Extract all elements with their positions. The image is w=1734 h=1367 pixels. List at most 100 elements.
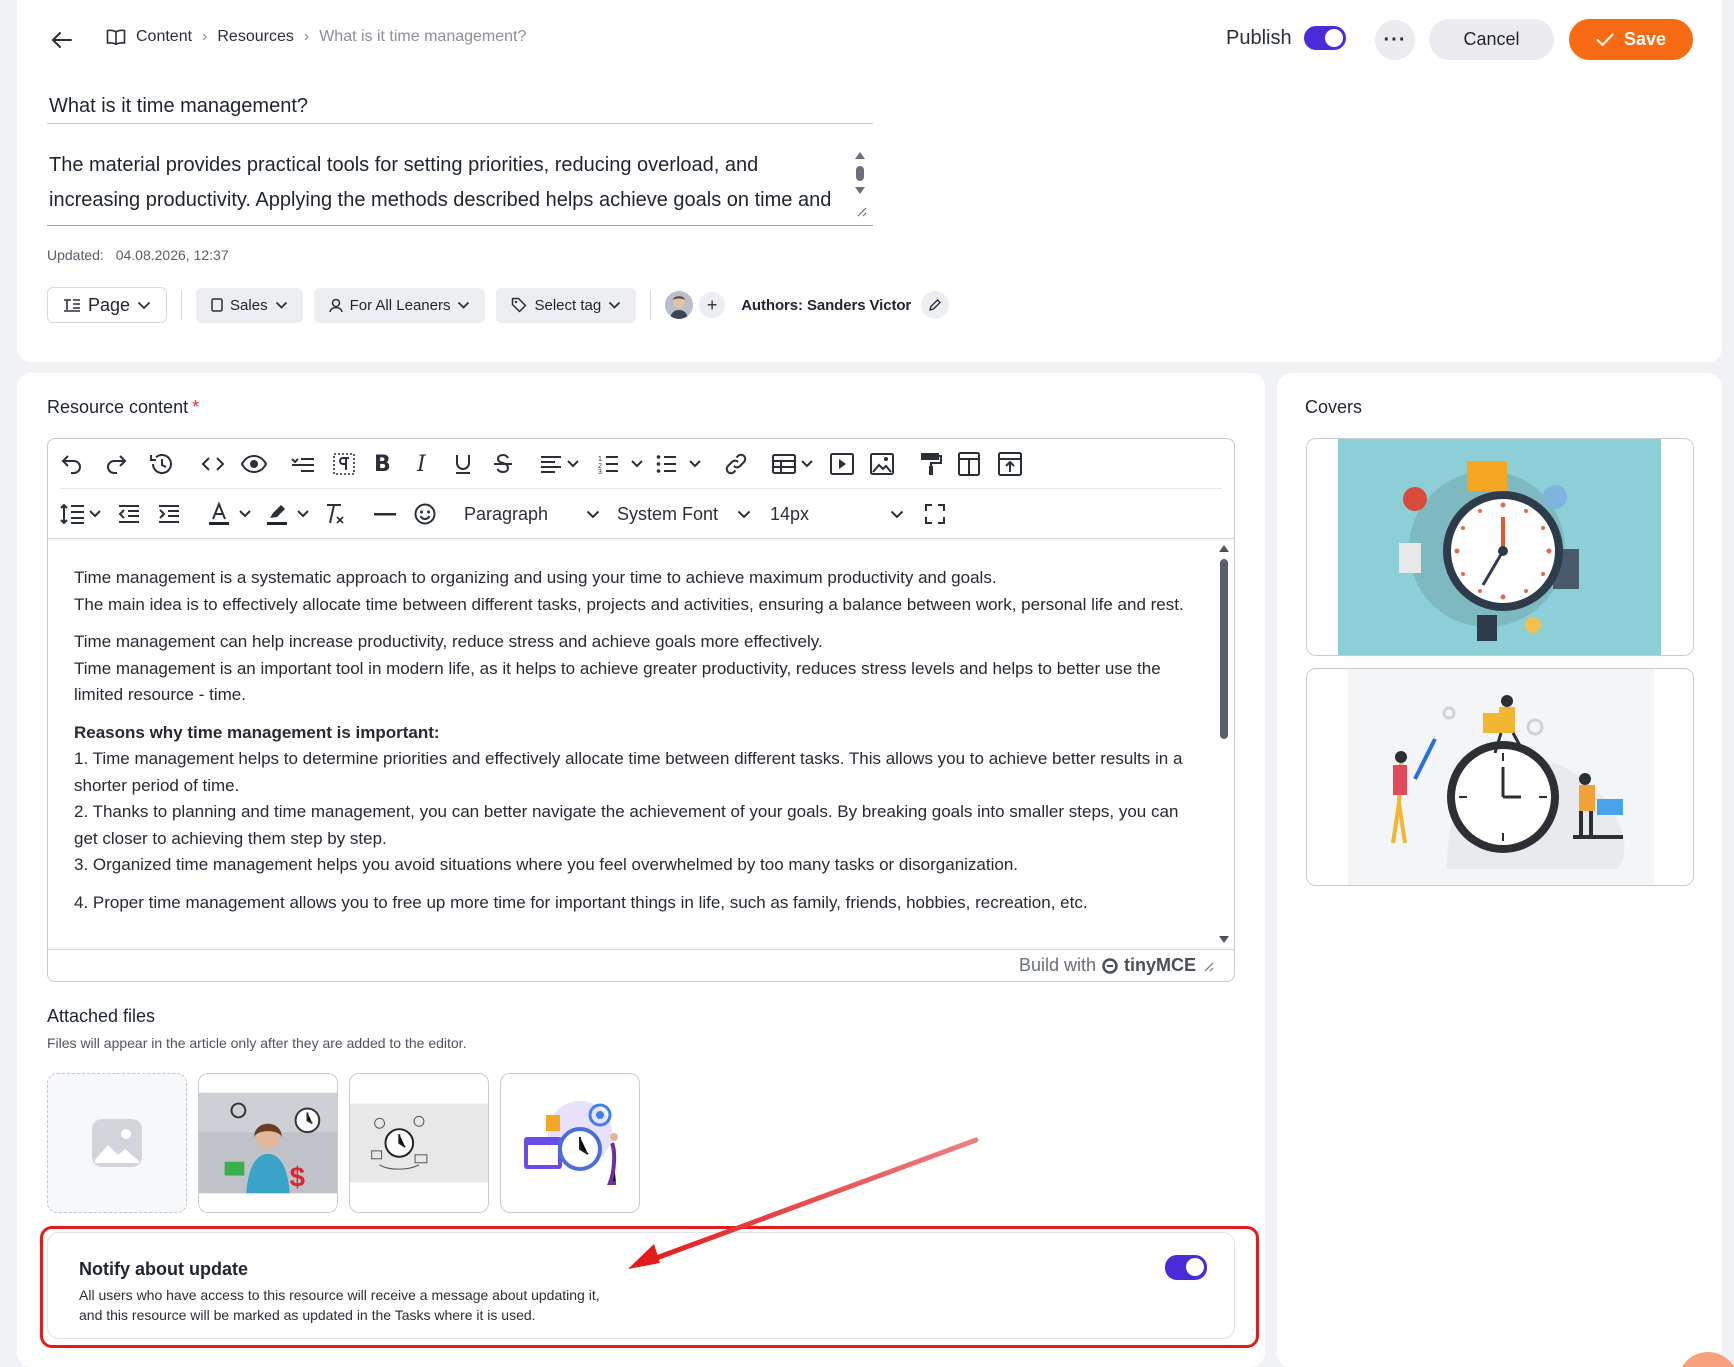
description-textarea[interactable]: The material provides practical tools fo… [47, 148, 873, 226]
editor-content[interactable]: Time management is a systematic approach… [74, 565, 1194, 927]
divider [650, 290, 652, 320]
audience-select[interactable]: For All Leaners [313, 287, 486, 323]
source-code-icon[interactable] [201, 448, 225, 480]
reason-3: 3. Organized time management helps you a… [74, 855, 1019, 874]
description-scrollbar[interactable] [853, 150, 867, 222]
notify-title: Notify about update [79, 1259, 248, 1279]
clock-with-office-items-image [1307, 439, 1693, 655]
category-select[interactable]: Sales [196, 287, 303, 323]
image-placeholder-icon [91, 1118, 143, 1168]
save-label: Save [1623, 29, 1667, 49]
tag-icon [511, 297, 527, 313]
updated-value: 04.08.2026, 12:37 [115, 247, 229, 263]
publish-toggle[interactable] [1303, 26, 1346, 50]
upload-icon[interactable] [998, 448, 1022, 480]
resource-content-label-text: Resource content [47, 397, 189, 417]
breadcrumb-resources[interactable]: Resources [217, 28, 293, 46]
highlight-color-icon[interactable] [266, 498, 312, 530]
notify-toggle[interactable] [1165, 1255, 1207, 1280]
italic-icon[interactable]: I [417, 448, 426, 480]
notify-description-line-1: All users who have access to this resour… [79, 1287, 600, 1303]
tag-select[interactable]: Select tag [496, 287, 637, 323]
line-height-icon[interactable] [60, 498, 102, 530]
chevron-down-icon [457, 301, 470, 309]
cover-image-1[interactable] [1306, 438, 1694, 656]
link-icon[interactable] [724, 448, 748, 480]
save-button[interactable]: Save [1569, 19, 1693, 60]
format-painter-icon[interactable] [920, 448, 942, 480]
paragraph-2-line-1: Time management can help increase produc… [74, 632, 823, 651]
font-size-select[interactable]: 14px [770, 498, 904, 530]
table-icon[interactable] [772, 448, 814, 480]
bold-icon[interactable]: B [374, 448, 391, 480]
alarm-clock-sketch-image [350, 1103, 488, 1183]
font-family-value: System Font [617, 503, 719, 524]
paragraph-1: Time management is a systematic approach… [74, 565, 1194, 618]
time-planning-illustration-image [510, 1093, 630, 1193]
publish-label: Publish [1226, 26, 1292, 49]
underline-icon[interactable] [453, 448, 473, 480]
align-dropdown-icon[interactable] [540, 448, 580, 480]
font-family-select[interactable]: System Font [617, 498, 751, 530]
text-color-icon[interactable] [208, 498, 254, 530]
folder-icon [211, 298, 223, 312]
preview-eye-icon[interactable] [240, 448, 268, 480]
clear-format-icon[interactable] [324, 498, 346, 530]
editor-scrollbar[interactable] [1218, 543, 1230, 945]
more-options-button[interactable]: ··· [1375, 20, 1415, 60]
undo-icon[interactable] [60, 448, 84, 480]
check-icon [1596, 33, 1614, 47]
horizontal-rule-icon[interactable] [374, 498, 396, 530]
block-format-select[interactable]: Paragraph [464, 498, 600, 530]
strikethrough-icon[interactable] [492, 448, 514, 480]
authors-label: Authors: Sanders Victor [741, 296, 912, 314]
outdent-icon[interactable] [118, 498, 140, 530]
show-blocks-icon[interactable] [332, 448, 356, 480]
back-arrow-icon[interactable] [48, 26, 76, 54]
resize-handle-icon[interactable] [1202, 960, 1214, 972]
format-list-icon[interactable] [290, 448, 316, 480]
attached-file-thumbnail[interactable] [349, 1073, 489, 1213]
chevron-down-icon [608, 301, 621, 309]
indent-icon[interactable] [158, 498, 180, 530]
editor-statusbar: Build with tinyMCE [48, 949, 1234, 981]
reason-1: 1. Time management helps to determine pr… [74, 749, 1183, 795]
breadcrumb: Content › Resources › What is it time ma… [106, 28, 526, 46]
covers-title: Covers [1305, 397, 1363, 417]
page-type-select[interactable]: Page [47, 287, 168, 323]
category-label: Sales [230, 296, 268, 314]
media-icon[interactable] [830, 448, 854, 480]
image-icon[interactable] [870, 448, 894, 480]
history-icon[interactable] [148, 448, 174, 480]
chevron-right-icon: › [303, 28, 310, 45]
paragraph-reason-4: 4. Proper time management allows you to … [74, 890, 1194, 917]
breadcrumb-content[interactable]: Content [136, 28, 192, 46]
chevron-down-icon [890, 510, 904, 519]
svg-text:1: 1 [598, 456, 602, 463]
reasons-heading: Reasons why time management is important… [74, 722, 440, 742]
resource-content-label: Resource content * [47, 397, 199, 418]
redo-icon[interactable] [104, 448, 128, 480]
title-input[interactable] [47, 90, 873, 124]
add-file-button[interactable] [47, 1073, 187, 1213]
block-format-value: Paragraph [464, 503, 549, 524]
attached-file-thumbnail[interactable]: $ [198, 1073, 338, 1213]
build-with-label: Build with [1018, 955, 1096, 975]
audience-label: For All Leaners [349, 296, 451, 314]
template-icon[interactable] [958, 448, 980, 480]
paragraph-2-line-2: Time management is an important tool in … [74, 658, 1161, 705]
cancel-button[interactable]: Cancel [1429, 19, 1554, 60]
svg-text:$: $ [290, 1161, 305, 1192]
editor-branding[interactable]: Build with tinyMCE [1019, 955, 1214, 976]
fullscreen-icon[interactable] [924, 498, 946, 530]
edit-authors-button[interactable] [921, 291, 950, 319]
bullet-list-icon[interactable] [656, 448, 702, 480]
updated-label: Updated: [47, 247, 104, 263]
add-author-button[interactable]: + [699, 292, 726, 318]
cover-image-2[interactable] [1306, 668, 1694, 886]
reason-2: 2. Thanks to planning and time managemen… [74, 802, 1179, 848]
emoji-icon[interactable] [414, 498, 436, 530]
attached-files-hint: Files will appear in the article only af… [47, 1035, 467, 1051]
attached-file-thumbnail[interactable] [500, 1073, 640, 1213]
numbered-list-icon[interactable]: 123 [598, 448, 644, 480]
